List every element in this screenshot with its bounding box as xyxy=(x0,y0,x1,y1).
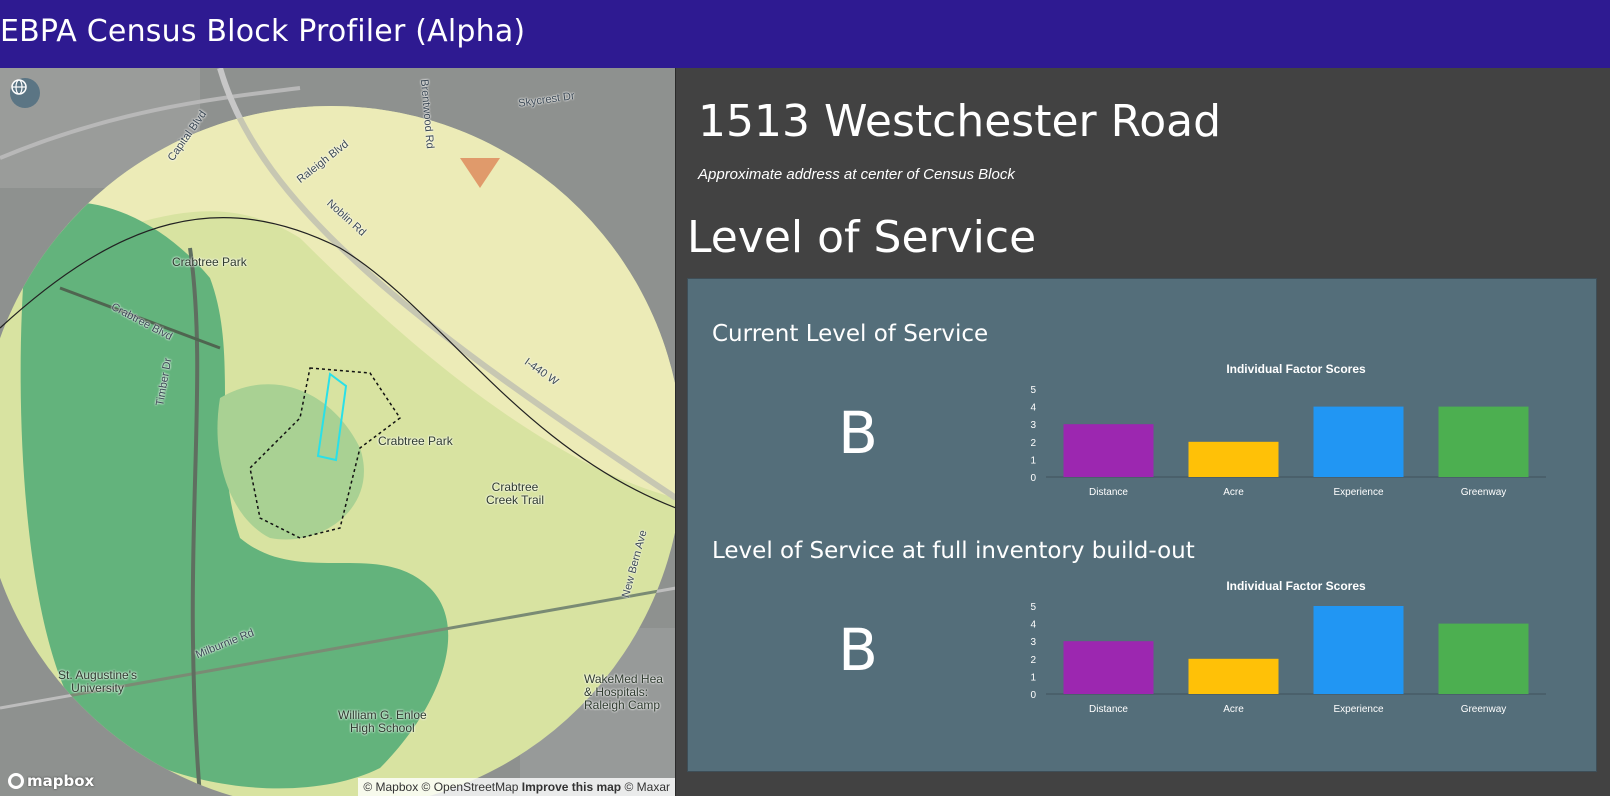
bar-experience xyxy=(1313,606,1404,694)
mapbox-logo-text: mapbox xyxy=(27,772,95,790)
y-tick-label: 5 xyxy=(1030,602,1036,613)
chart-title: Individual Factor Scores xyxy=(1226,362,1366,376)
map-label-wakemed: WakeMed Hea & Hospitals: Raleigh Camp xyxy=(584,672,663,712)
x-tick-label: Acre xyxy=(1223,487,1244,498)
address-note: Approximate address at center of Census … xyxy=(698,166,1015,183)
improve-map-link[interactable]: Improve this map xyxy=(522,780,621,794)
buildout-los-title: Level of Service at full inventory build… xyxy=(712,538,1195,564)
y-tick-label: 2 xyxy=(1030,438,1036,449)
mapbox-logo-icon xyxy=(8,773,24,789)
y-tick-label: 0 xyxy=(1030,473,1036,484)
x-tick-label: Acre xyxy=(1223,704,1244,715)
mapbox-logo[interactable]: mapbox xyxy=(8,772,94,790)
globe-button[interactable] xyxy=(10,78,40,108)
app-header: EBPA Census Block Profiler (Alpha) xyxy=(0,0,1610,68)
chart-title: Individual Factor Scores xyxy=(1226,579,1366,593)
attribution-mapbox-link[interactable]: © Mapbox xyxy=(363,780,418,794)
map-label-st-augustines: St. Augustine's University xyxy=(58,668,138,695)
x-tick-label: Greenway xyxy=(1461,704,1507,715)
bar-experience xyxy=(1313,406,1404,477)
y-tick-label: 4 xyxy=(1030,620,1036,631)
bar-greenway xyxy=(1438,406,1529,477)
x-tick-label: Distance xyxy=(1089,487,1128,498)
y-tick-label: 3 xyxy=(1030,637,1036,648)
map-view[interactable]: Crabtree Park Crabtree Park Crabtree Cre… xyxy=(0,68,676,796)
map-label-crabtree-park: Crabtree Park xyxy=(172,255,247,269)
y-tick-label: 1 xyxy=(1030,455,1036,466)
map-attribution: © Mapbox © OpenStreetMap Improve this ma… xyxy=(358,778,675,796)
current-los-grade: B xyxy=(838,399,878,467)
buildout-factor-chart: Individual Factor Scores 0 1 2 3 4 5 Distance Ac… xyxy=(1030,579,1546,715)
level-of-service-card: Current Level of Service B Individual Fa… xyxy=(687,278,1597,772)
app-title: EBPA Census Block Profiler (Alpha) xyxy=(0,14,526,49)
current-factor-chart: Individual Factor Scores 0 1 2 3 4 5 Distance Ac… xyxy=(1030,362,1546,498)
attribution-maxar-link[interactable]: © Maxar xyxy=(624,780,670,794)
x-tick-label: Distance xyxy=(1089,704,1128,715)
profile-panel: 1513 Westchester Road Approximate addres… xyxy=(676,68,1610,796)
bar-acre xyxy=(1188,658,1279,694)
y-tick-label: 4 xyxy=(1030,403,1036,414)
x-tick-label: Experience xyxy=(1333,704,1383,715)
x-tick-label: Experience xyxy=(1333,487,1383,498)
y-tick-label: 3 xyxy=(1030,420,1036,431)
address-title: 1513 Westchester Road xyxy=(698,96,1222,147)
attribution-osm-link[interactable]: © OpenStreetMap xyxy=(422,780,519,794)
map-label-crabtree-creek-trail: Crabtree Creek Trail xyxy=(486,480,545,507)
map-label-enloe-high-school: William G. Enloe High School xyxy=(338,708,427,735)
y-tick-label: 2 xyxy=(1030,655,1036,666)
current-los-title: Current Level of Service xyxy=(712,321,989,347)
buildout-los-grade: B xyxy=(838,616,878,684)
map-label-crabtree-park: Crabtree Park xyxy=(378,434,453,448)
y-tick-label: 1 xyxy=(1030,672,1036,683)
y-tick-label: 5 xyxy=(1030,385,1036,396)
y-tick-label: 0 xyxy=(1030,690,1036,701)
level-of-service-heading: Level of Service xyxy=(687,212,1037,263)
x-tick-label: Greenway xyxy=(1461,487,1507,498)
bar-acre xyxy=(1188,441,1279,477)
bar-greenway xyxy=(1438,623,1529,694)
bar-distance xyxy=(1063,641,1154,694)
bar-distance xyxy=(1063,424,1154,477)
